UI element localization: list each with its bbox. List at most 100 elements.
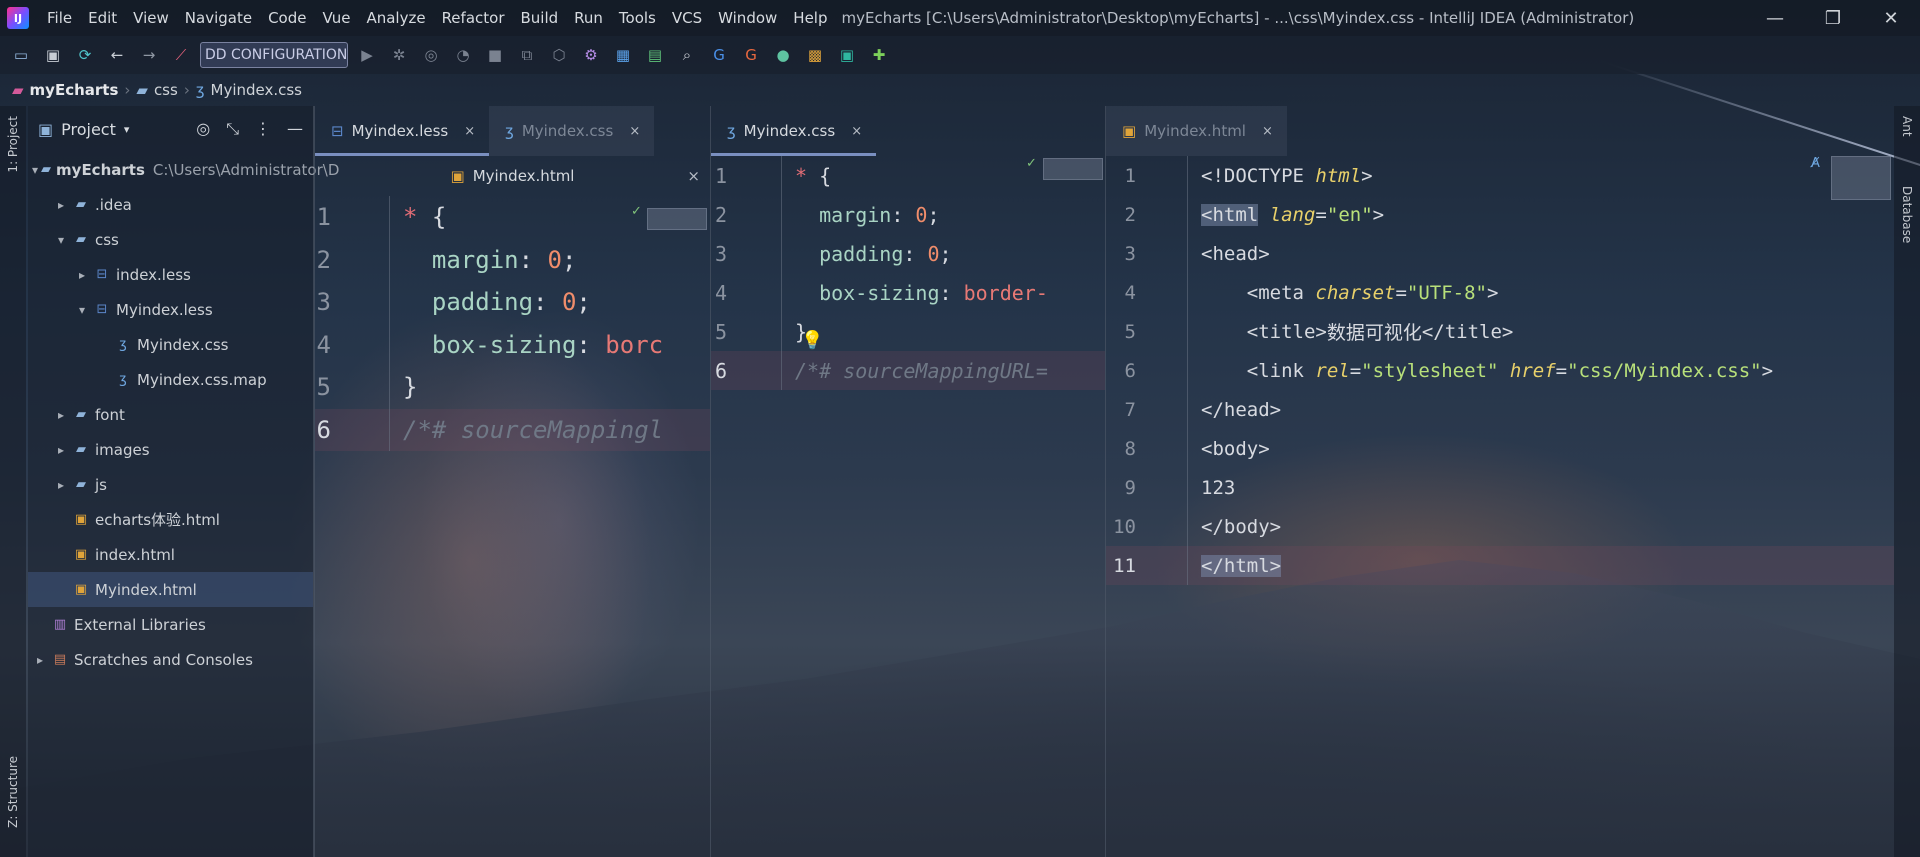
menu-help[interactable]: Help: [785, 9, 835, 27]
minimize-button[interactable]: —: [1746, 0, 1804, 36]
terminal-icon[interactable]: ▤: [642, 42, 668, 68]
tree-item[interactable]: ▸ ▰ js: [28, 467, 313, 502]
close-icon[interactable]: ×: [1262, 124, 1273, 139]
subtab-html[interactable]: Myindex.html: [473, 167, 575, 185]
collapse-all-icon[interactable]: ⤡: [226, 119, 239, 139]
close-icon[interactable]: ×: [464, 124, 475, 139]
code-area-middle[interactable]: 1 * {2 margin: 0; 3 padding: 0; 4 box-sizin…: [711, 156, 1105, 390]
menu-navigate[interactable]: Navigate: [177, 9, 260, 27]
tree-item[interactable]: ▣ Myindex.html: [28, 572, 313, 607]
intention-bulb-icon[interactable]: 💡: [801, 330, 823, 351]
tree-item[interactable]: ʒ Myindex.css: [28, 327, 313, 362]
code-line[interactable]: 5}: [315, 366, 710, 409]
code-line[interactable]: 7 </head>: [1106, 390, 1894, 429]
translate-alt-icon[interactable]: G: [738, 42, 764, 68]
code-line[interactable]: 5}: [711, 312, 1105, 351]
code-line[interactable]: 4 box-sizing: borc: [315, 324, 710, 367]
code-line[interactable]: 3 padding: 0;: [315, 281, 710, 324]
build-hammer-icon[interactable]: ⟋: [168, 42, 194, 68]
minimap[interactable]: [647, 208, 707, 230]
run-configuration-selector[interactable]: DD CONFIGURATION: [200, 42, 348, 68]
profile-icon[interactable]: ◔: [450, 42, 476, 68]
chevron-right-icon[interactable]: ▸: [53, 443, 69, 457]
restore-button[interactable]: ❐: [1804, 0, 1862, 36]
project-structure-icon[interactable]: ▦: [610, 42, 636, 68]
tree-item[interactable]: ▾ ▰ css: [28, 222, 313, 257]
menu-window[interactable]: Window: [710, 9, 785, 27]
project-tool-tab[interactable]: 1: Project: [6, 116, 20, 173]
editor-tab[interactable]: ʒ Myindex.css ×: [489, 106, 655, 156]
editor-tab[interactable]: ▣ Myindex.html ×: [1106, 106, 1287, 156]
open-folder-icon[interactable]: ▭: [8, 42, 34, 68]
chevron-right-icon[interactable]: ▸: [74, 268, 90, 282]
run-icon[interactable]: ▶: [354, 42, 380, 68]
code-line[interactable]: 4 box-sizing: border-: [711, 273, 1105, 312]
record-icon[interactable]: ●: [770, 42, 796, 68]
chevron-down-icon[interactable]: ▾: [53, 233, 69, 247]
forward-arrow-icon[interactable]: →: [136, 42, 162, 68]
menu-view[interactable]: View: [125, 9, 177, 27]
code-line[interactable]: 8 <body>: [1106, 429, 1894, 468]
tree-item[interactable]: ▥ External Libraries: [28, 607, 313, 642]
spellcheck-icon[interactable]: A̸: [1811, 156, 1820, 171]
tree-item[interactable]: ▣ echarts体验.html: [28, 502, 313, 537]
code-line[interactable]: 5 <title> 数据可视化 </title>: [1106, 312, 1894, 351]
tree-item[interactable]: ▸ ▰ font: [28, 397, 313, 432]
chevron-right-icon[interactable]: ▸: [32, 653, 48, 667]
deploy-icon[interactable]: ⬡: [546, 42, 572, 68]
menu-analyze[interactable]: Analyze: [358, 9, 433, 27]
code-line[interactable]: 6 <link rel = "stylesheet" href = "css/Myind…: [1106, 351, 1894, 390]
code-line[interactable]: 3 padding: 0;: [711, 234, 1105, 273]
chevron-down-icon[interactable]: ▾: [124, 123, 130, 136]
settings-gear-icon[interactable]: ⚙: [578, 42, 604, 68]
menu-build[interactable]: Build: [513, 9, 567, 27]
translate-icon[interactable]: G: [706, 42, 732, 68]
code-line[interactable]: 6 /*# sourceMappingURL=: [711, 351, 1105, 390]
menu-run[interactable]: Run: [566, 9, 611, 27]
coverage-icon[interactable]: ◎: [418, 42, 444, 68]
chevron-right-icon[interactable]: ▸: [53, 408, 69, 422]
menu-file[interactable]: File: [39, 9, 80, 27]
code-line[interactable]: 2 margin: 0;: [711, 195, 1105, 234]
tree-item[interactable]: ▸ ▰ .idea: [28, 187, 313, 222]
tree-item[interactable]: ▸ ▰ images: [28, 432, 313, 467]
locate-target-icon[interactable]: ◎: [196, 119, 210, 139]
code-line[interactable]: 4 <meta charset = "UTF-8" >: [1106, 273, 1894, 312]
tree-item[interactable]: ▣ index.html: [28, 537, 313, 572]
close-icon[interactable]: ×: [687, 167, 700, 185]
chevron-right-icon[interactable]: ▸: [53, 478, 69, 492]
attach-icon[interactable]: ⧉: [514, 42, 540, 68]
structure-tool-tab[interactable]: Z: Structure: [6, 756, 20, 828]
menu-vue[interactable]: Vue: [314, 9, 358, 27]
back-arrow-icon[interactable]: ←: [104, 42, 130, 68]
minimap[interactable]: [1831, 156, 1891, 200]
menu-vcs[interactable]: VCS: [664, 9, 710, 27]
tree-item[interactable]: ▾ ▰ myEcharts C:\Users\Administrator\D: [28, 152, 339, 187]
chevron-right-icon[interactable]: ▸: [53, 198, 69, 212]
menu-edit[interactable]: Edit: [80, 9, 125, 27]
debug-icon[interactable]: ✲: [386, 42, 412, 68]
code-area-right[interactable]: 1 <!DOCTYPE html >2 <html lang = "en" >3 <head>…: [1106, 156, 1894, 585]
sync-icon[interactable]: ⟳: [72, 42, 98, 68]
minimap[interactable]: [1043, 158, 1103, 180]
tree-item[interactable]: ▸ ▤ Scratches and Consoles: [28, 642, 313, 677]
plugin-puzzle-icon[interactable]: ✚: [866, 42, 892, 68]
code-line[interactable]: 10 </body>: [1106, 507, 1894, 546]
menu-tools[interactable]: Tools: [611, 9, 664, 27]
jetbrains-icon[interactable]: ▣: [834, 42, 860, 68]
ant-tool-tab[interactable]: Ant: [1900, 116, 1914, 137]
menu-code[interactable]: Code: [260, 9, 314, 27]
project-view-selector[interactable]: Project: [61, 120, 116, 139]
editor-tab[interactable]: ʒ Myindex.css ×: [711, 106, 877, 156]
tree-item[interactable]: ▸ ⊟ index.less: [28, 257, 313, 292]
options-menu-icon[interactable]: ⋮: [255, 119, 271, 139]
close-window-button[interactable]: ✕: [1862, 0, 1920, 36]
code-line[interactable]: 1 <!DOCTYPE html >: [1106, 156, 1894, 195]
close-icon[interactable]: ×: [629, 124, 640, 139]
database-tool-tab[interactable]: Database: [1900, 186, 1914, 243]
chevron-down-icon[interactable]: ▾: [74, 303, 90, 317]
plugin-grid-icon[interactable]: ▩: [802, 42, 828, 68]
save-icon[interactable]: ▣: [40, 42, 66, 68]
chevron-down-icon[interactable]: ▾: [32, 163, 38, 177]
code-line[interactable]: 3 <head>: [1106, 234, 1894, 273]
